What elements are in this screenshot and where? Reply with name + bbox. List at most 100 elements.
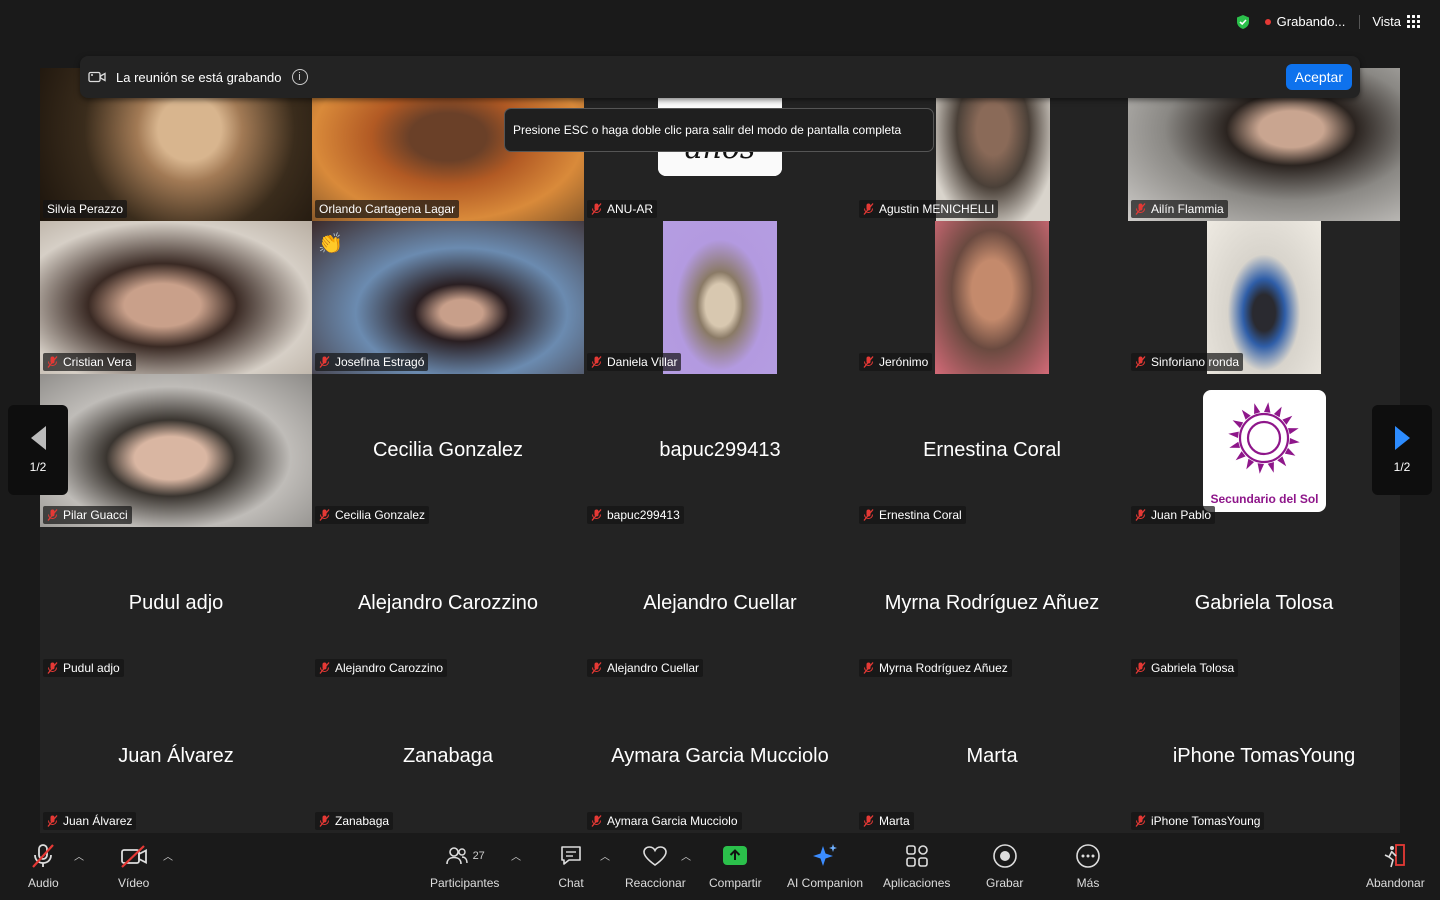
next-page-button[interactable]: 1/2 [1372,405,1432,495]
participants-label: Participantes [430,876,500,890]
participant-tile[interactable]: Aymara Garcia Mucciolo Aymara Garcia Mucc… [584,680,856,833]
participant-tile[interactable]: Juan Álvarez Juan Álvarez [40,680,312,833]
shield-icon[interactable] [1235,14,1251,30]
arrow-right-icon [1394,426,1410,450]
participant-name-label: Ernestina Coral [859,506,966,524]
sun-ray [1289,438,1300,445]
participant-tile[interactable]: Ernestina Coral Ernestina Coral [856,374,1128,527]
more-button[interactable]: Más [1075,842,1101,890]
microphone-muted-icon [591,815,602,827]
react-options-chevron-icon[interactable]: ︿ [681,848,691,863]
chat-options-chevron-icon[interactable]: ︿ [600,848,610,863]
participant-tile[interactable]: Marta Marta [856,680,1128,833]
status-bar: Grabando... Vista [1235,12,1424,31]
participant-tile[interactable]: Sinforiano ronda [1128,221,1400,374]
banner-text: La reunión se está grabando [116,69,282,85]
participant-name: Daniela Villar [607,355,678,369]
participant-name-label: Pudul adjo [43,659,124,677]
record-label: Grabar [986,876,1024,890]
recording-label: Grabando... [1276,14,1346,29]
participant-tile[interactable]: Cecilia Gonzalez Cecilia Gonzalez [312,374,584,527]
participant-display-name: Alejandro Carozzino [357,592,539,614]
fullscreen-tooltip: Presione ESC o haga doble clic para sali… [504,108,934,152]
participant-video [1207,221,1321,374]
participant-name: Ernestina Coral [879,508,962,522]
microphone-muted-icon [47,509,58,521]
participant-name-label: Myrna Rodríguez Añuez [859,659,1012,677]
chat-button[interactable]: Chat [558,842,584,890]
chat-label: Chat [558,876,584,890]
participant-tile[interactable]: Zanabaga Zanabaga [312,680,584,833]
participant-name: Myrna Rodríguez Añuez [879,661,1008,675]
record-button[interactable]: Grabar [986,842,1023,890]
participant-tile[interactable]: Secundario del Sol Juan Pablo [1128,374,1400,527]
participant-name-label: iPhone TomasYoung [1131,812,1265,830]
participant-name-label: Cristian Vera [43,353,136,371]
sun-ray [1288,428,1299,435]
accept-button[interactable]: Aceptar [1285,64,1352,90]
video-label: Vídeo [118,876,150,890]
participant-display-name: Marta [966,745,1018,767]
microphone-muted-icon [47,815,58,827]
participant-name: Cristian Vera [63,355,132,369]
apps-button[interactable]: Aplicaciones [883,842,950,890]
participant-tile[interactable]: Gabriela Tolosa Gabriela Tolosa [1128,527,1400,680]
participant-name-label: Juan Pablo [1131,506,1216,524]
participant-display-name: Cecilia Gonzalez [372,439,524,461]
microphone-muted-icon [591,509,602,521]
participant-name: Gabriela Tolosa [1151,661,1235,675]
camera-icon [88,71,106,83]
react-label: Reaccionar [625,876,686,890]
participant-tile[interactable]: Jerónimo [856,221,1128,374]
participant-video [935,221,1049,374]
leave-button[interactable]: Abandonar [1366,842,1425,890]
participant-display-name: Ernestina Coral [923,439,1061,461]
video-gallery: Silvia PerazzoOrlando Cartagena Lagaraño… [40,68,1400,833]
participant-tile[interactable]: Alejandro Cuellar Alejandro Cuellar [584,527,856,680]
participant-tile[interactable]: 👏 Josefina Estragó [312,221,584,374]
ai-companion-button[interactable]: AI Companion [787,842,863,890]
participant-name-label: Zanabaga [315,812,394,830]
participant-name-label: Orlando Cartagena Lagar [315,200,460,218]
audio-button[interactable]: Audio [28,842,59,890]
participant-tile[interactable]: Pudul adjo Pudul adjo [40,527,312,680]
participant-tile[interactable]: bapuc299413 bapuc299413 [584,374,856,527]
participant-tile[interactable]: Cristian Vera [40,221,312,374]
share-button[interactable]: Compartir [709,842,762,890]
participant-name: Juan Álvarez [63,814,133,828]
microphone-muted-icon [863,356,874,368]
apps-label: Aplicaciones [883,876,951,890]
participant-name: ANU-AR [607,202,654,216]
microphone-muted-icon [319,815,330,827]
participant-name-label: Agustin MENICHELLI [859,200,999,218]
video-options-chevron-icon[interactable]: ︿ [163,848,173,863]
info-icon[interactable]: i [291,69,308,85]
participant-display-name: Pudul adjo [128,592,224,614]
participant-tile[interactable]: Alejandro Carozzino Alejandro Carozzino [312,527,584,680]
participant-tile[interactable]: Myrna Rodríguez Añuez Myrna Rodríguez Añu… [856,527,1128,680]
share-screen-icon [723,846,748,865]
react-button[interactable]: Reaccionar [625,842,686,890]
participants-button[interactable]: 27 Participantes [430,842,499,890]
sun-ray [1267,462,1274,473]
participant-tile[interactable]: Daniela Villar [584,221,856,374]
participant-video [40,374,312,527]
participants-options-chevron-icon[interactable]: ︿ [511,848,521,863]
participant-name: Aymara Garcia Mucciolo [607,814,738,828]
sun-ray [1229,441,1240,448]
audio-options-chevron-icon[interactable]: ︿ [74,848,84,863]
view-label: Vista [1372,14,1401,29]
participant-name-label: Ailín Flammia [1131,200,1228,218]
view-button[interactable]: Vista [1368,12,1424,31]
participant-tile[interactable]: Pilar Guacci [40,374,312,527]
participant-video [663,221,777,374]
previous-page-button[interactable]: 1/2 [8,405,68,495]
participant-tile[interactable]: iPhone TomasYoung iPhone TomasYoung [1128,680,1400,833]
video-button[interactable]: Vídeo [118,842,149,890]
microphone-muted-icon [863,815,874,827]
participant-name: Silvia Perazzo [47,202,124,216]
participant-name: iPhone TomasYoung [1151,814,1261,828]
participant-name-label: Josefina Estragó [315,353,429,371]
grid-view-icon [1407,15,1420,28]
recording-indicator[interactable]: Grabando... [1259,12,1352,31]
